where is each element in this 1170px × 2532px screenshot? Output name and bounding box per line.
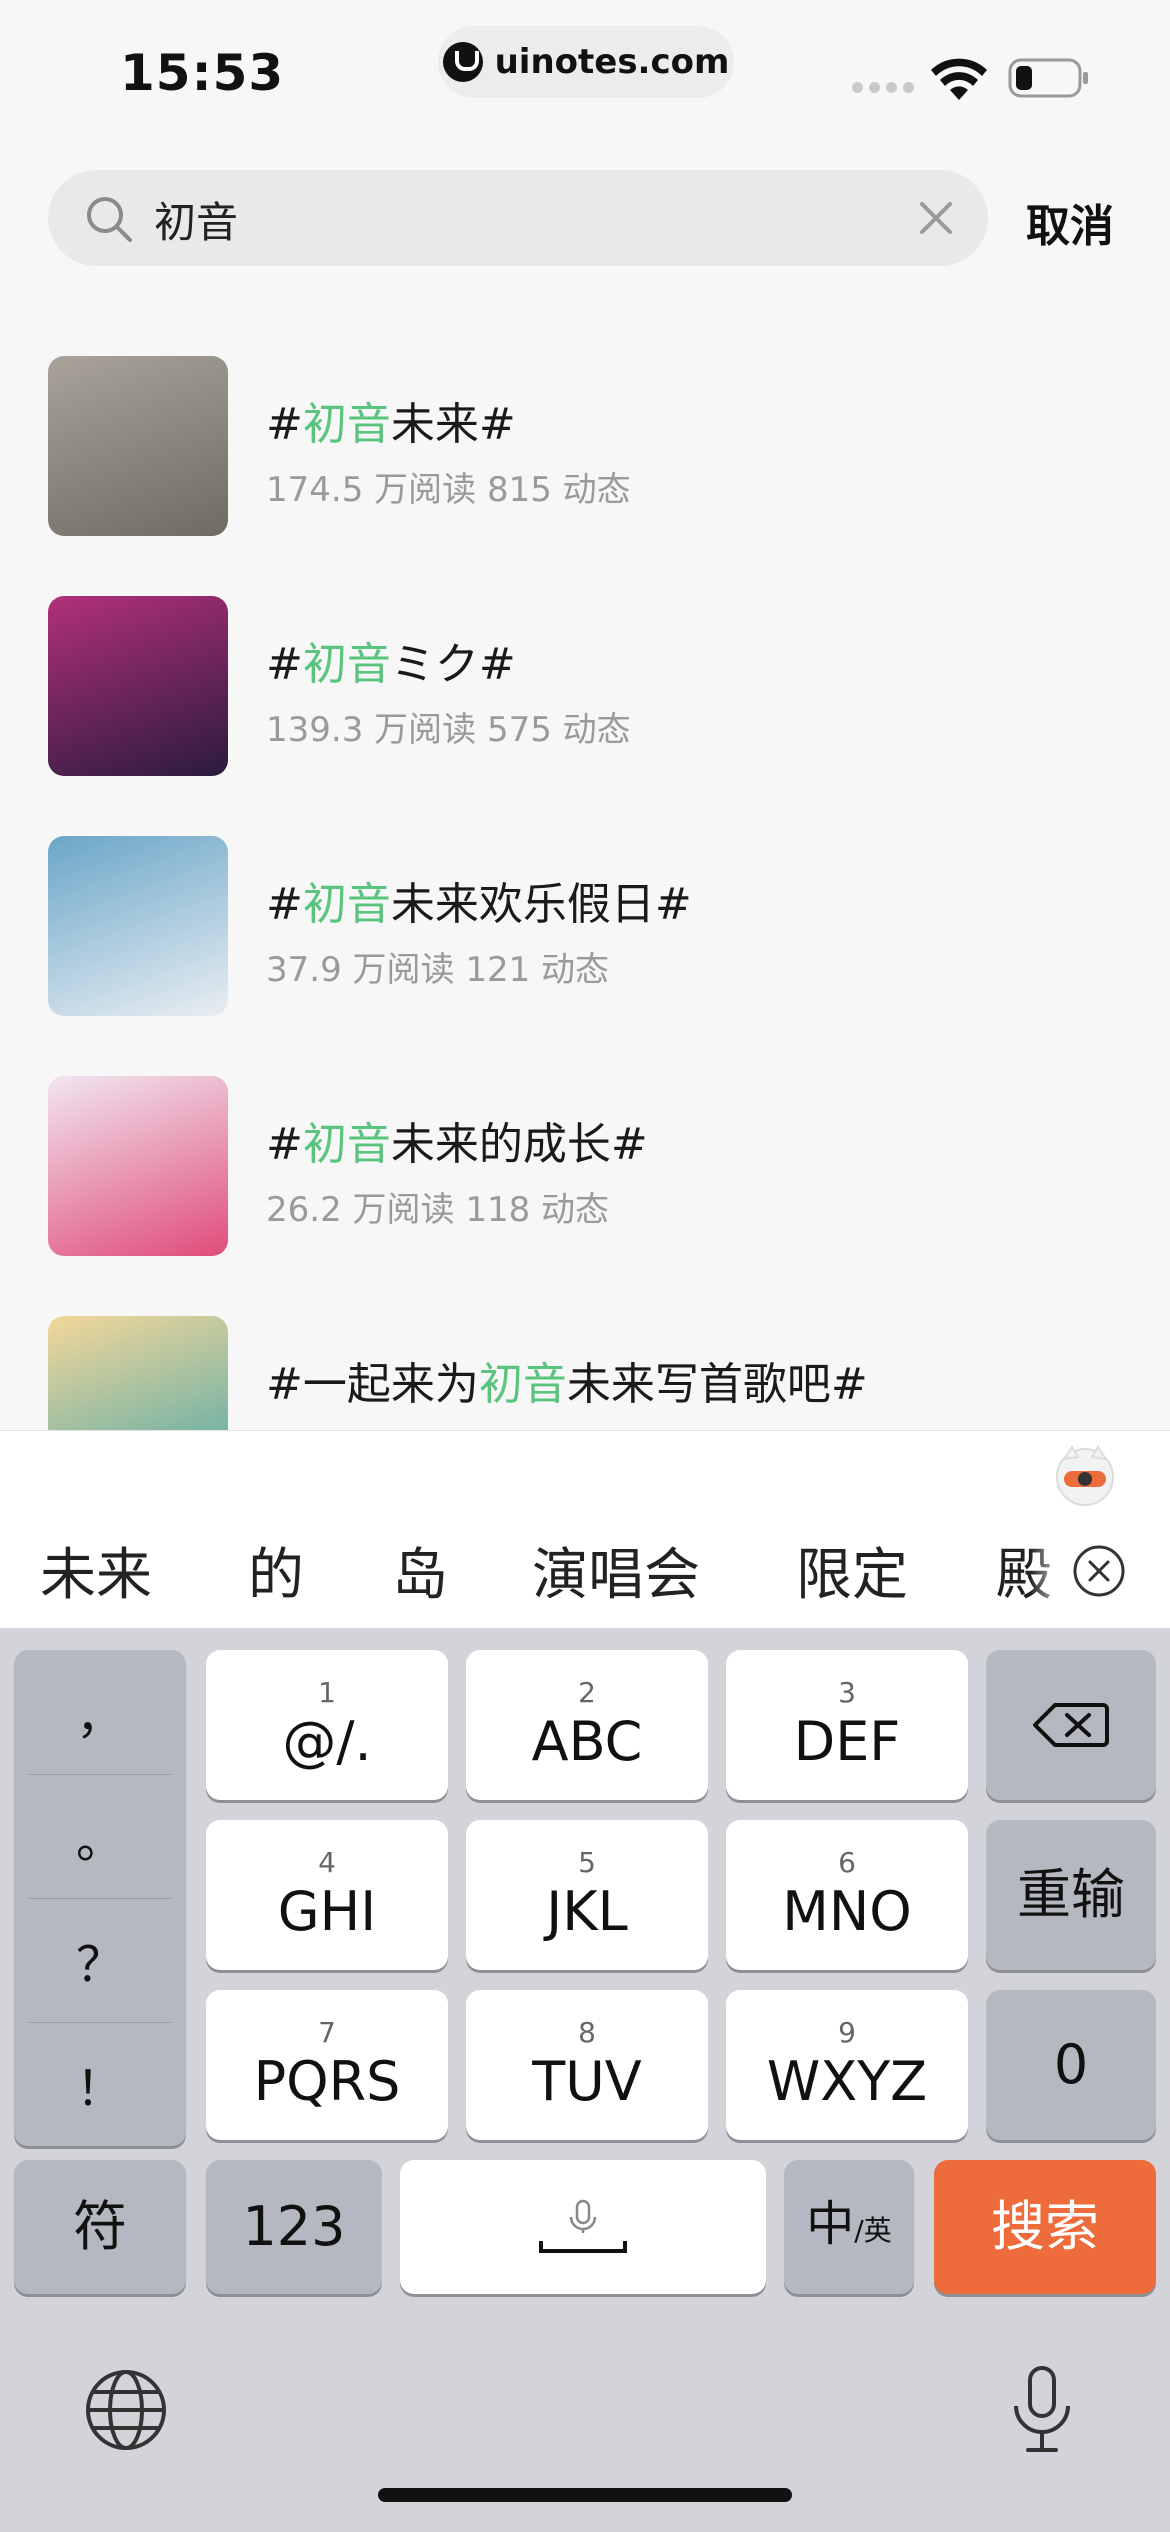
topic-stats: 174.5 万阅读 815 动态 bbox=[266, 470, 631, 510]
key-number: 1 bbox=[318, 1676, 336, 1709]
keyboard: ， 。 ？ ！ 1 @/. 2 ABC 3 DEF 4 GHI 5 JKL 6 … bbox=[0, 1628, 1170, 2532]
key-number: 5 bbox=[578, 1846, 596, 1879]
punct-key[interactable]: ， bbox=[14, 1650, 186, 1774]
key-label: DEF bbox=[793, 1710, 901, 1773]
key-number: 3 bbox=[838, 1676, 856, 1709]
key-9[interactable]: 9 WXYZ bbox=[726, 1990, 968, 2140]
clear-search-icon[interactable] bbox=[916, 198, 956, 238]
punct-key[interactable]: 。 bbox=[14, 1774, 186, 1898]
topic-stats: 139.3 万阅读 575 动态 bbox=[266, 710, 631, 750]
microphone-icon[interactable] bbox=[1006, 2364, 1078, 2456]
key-6[interactable]: 6 MNO bbox=[726, 1820, 968, 1970]
topic-stats: 37.9 万阅读 121 动态 bbox=[266, 950, 610, 990]
key-3[interactable]: 3 DEF bbox=[726, 1650, 968, 1800]
url-pill: uinotes.com bbox=[438, 26, 734, 98]
topic-thumbnail bbox=[48, 836, 228, 1016]
url-text: uinotes.com bbox=[494, 42, 730, 82]
candidate-word[interactable]: 演唱会 bbox=[532, 1530, 700, 1611]
status-bar: 15:53 uinotes.com bbox=[0, 0, 1170, 140]
topic-title: #一起来为初音未来写首歌吧# bbox=[266, 1359, 868, 1410]
space-key[interactable] bbox=[400, 2160, 766, 2294]
home-indicator bbox=[378, 2488, 792, 2502]
key-label: 搜索 bbox=[991, 2195, 1099, 2258]
key-4[interactable]: 4 GHI bbox=[206, 1820, 448, 1970]
candidate-fade bbox=[1030, 1510, 1070, 1628]
space-mic-icon bbox=[539, 2199, 627, 2253]
backspace-icon bbox=[1033, 1703, 1109, 1747]
key-8[interactable]: 8 TUV bbox=[466, 1990, 708, 2140]
search-bar[interactable] bbox=[48, 170, 988, 266]
key-label: 符 bbox=[73, 2195, 127, 2258]
key-2[interactable]: 2 ABC bbox=[466, 1650, 708, 1800]
key-7[interactable]: 7 PQRS bbox=[206, 1990, 448, 2140]
numeric-key[interactable]: 123 bbox=[206, 2160, 382, 2294]
candidate-bar: 未来 的 岛 演唱会 限定 殿 bbox=[0, 1510, 1170, 1628]
site-logo-icon bbox=[442, 42, 483, 82]
cellular-signal-icon bbox=[852, 82, 914, 93]
key-5[interactable]: 5 JKL bbox=[466, 1820, 708, 1970]
candidate-word[interactable]: 岛 bbox=[392, 1530, 448, 1611]
zero-key[interactable]: 0 bbox=[986, 1990, 1156, 2140]
candidate-word[interactable]: 未来 bbox=[40, 1530, 152, 1611]
punct-key[interactable]: ？ bbox=[14, 1898, 186, 2022]
reinput-key[interactable]: 重输 bbox=[986, 1820, 1156, 1970]
topic-title: #初音未来欢乐假日# bbox=[266, 879, 692, 930]
key-number: 2 bbox=[578, 1676, 596, 1709]
topic-row[interactable]: #初音未来# 174.5 万阅读 815 动态 bbox=[0, 332, 1170, 536]
ime-toolbar bbox=[0, 1430, 1170, 1511]
candidate-word[interactable]: 限定 bbox=[796, 1530, 908, 1611]
close-candidates-icon[interactable] bbox=[1072, 1544, 1126, 1598]
key-number: 8 bbox=[578, 2016, 596, 2049]
punct-key[interactable]: ！ bbox=[14, 2022, 186, 2146]
wifi-icon bbox=[931, 58, 987, 100]
topic-row[interactable]: #初音未来的成长# 26.2 万阅读 118 动态 bbox=[0, 1052, 1170, 1256]
key-label: GHI bbox=[277, 1880, 377, 1943]
topic-row[interactable]: #初音ミク# 139.3 万阅读 575 动态 bbox=[0, 572, 1170, 776]
key-label: 0 bbox=[1053, 2033, 1089, 2096]
key-number: 6 bbox=[838, 1846, 856, 1879]
ime-mascot-icon[interactable] bbox=[1052, 1441, 1118, 1507]
key-label: MNO bbox=[782, 1880, 912, 1943]
key-number: 7 bbox=[318, 2016, 336, 2049]
key-label: 中/英 bbox=[806, 2195, 892, 2252]
symbol-key[interactable]: 符 bbox=[14, 2160, 186, 2294]
key-1[interactable]: 1 @/. bbox=[206, 1650, 448, 1800]
search-key[interactable]: 搜索 bbox=[934, 2160, 1156, 2294]
key-label: WXYZ bbox=[766, 2050, 928, 2113]
topic-results-list: #初音未来# 174.5 万阅读 815 动态 #初音ミク# 139.3 万阅读… bbox=[0, 332, 1170, 1430]
backspace-key[interactable] bbox=[986, 1650, 1156, 1800]
key-number: 9 bbox=[838, 2016, 856, 2049]
topic-thumbnail bbox=[48, 356, 228, 536]
key-label: PQRS bbox=[253, 2050, 401, 2113]
key-number: 4 bbox=[318, 1846, 336, 1879]
status-time: 15:53 bbox=[120, 44, 285, 102]
topic-title: #初音ミク# bbox=[266, 639, 516, 690]
topic-title: #初音未来的成长# bbox=[266, 1119, 648, 1170]
language-toggle-key[interactable]: 中/英 bbox=[784, 2160, 914, 2294]
key-label: ABC bbox=[531, 1710, 643, 1773]
topic-row[interactable]: #一起来为初音未来写首歌吧# bbox=[0, 1292, 1170, 1430]
topic-title: #初音未来# bbox=[266, 399, 516, 450]
topic-thumbnail bbox=[48, 1316, 228, 1430]
key-label: 123 bbox=[242, 2195, 346, 2258]
search-icon bbox=[87, 197, 132, 242]
globe-icon[interactable] bbox=[84, 2368, 168, 2452]
key-label: @/. bbox=[282, 1710, 372, 1773]
key-label: TUV bbox=[532, 2050, 642, 2113]
topic-row[interactable]: #初音未来欢乐假日# 37.9 万阅读 121 动态 bbox=[0, 812, 1170, 1016]
punctuation-column: ， 。 ？ ！ bbox=[14, 1650, 186, 2146]
topic-thumbnail bbox=[48, 1076, 228, 1256]
topic-stats: 26.2 万阅读 118 动态 bbox=[266, 1190, 610, 1230]
key-label: JKL bbox=[546, 1880, 628, 1943]
topic-thumbnail bbox=[48, 596, 228, 776]
key-label: 重输 bbox=[1017, 1863, 1125, 1926]
search-input[interactable] bbox=[152, 188, 856, 250]
battery-icon bbox=[1008, 58, 1088, 98]
cancel-button[interactable]: 取消 bbox=[1026, 190, 1114, 254]
candidate-word[interactable]: 的 bbox=[248, 1530, 304, 1611]
